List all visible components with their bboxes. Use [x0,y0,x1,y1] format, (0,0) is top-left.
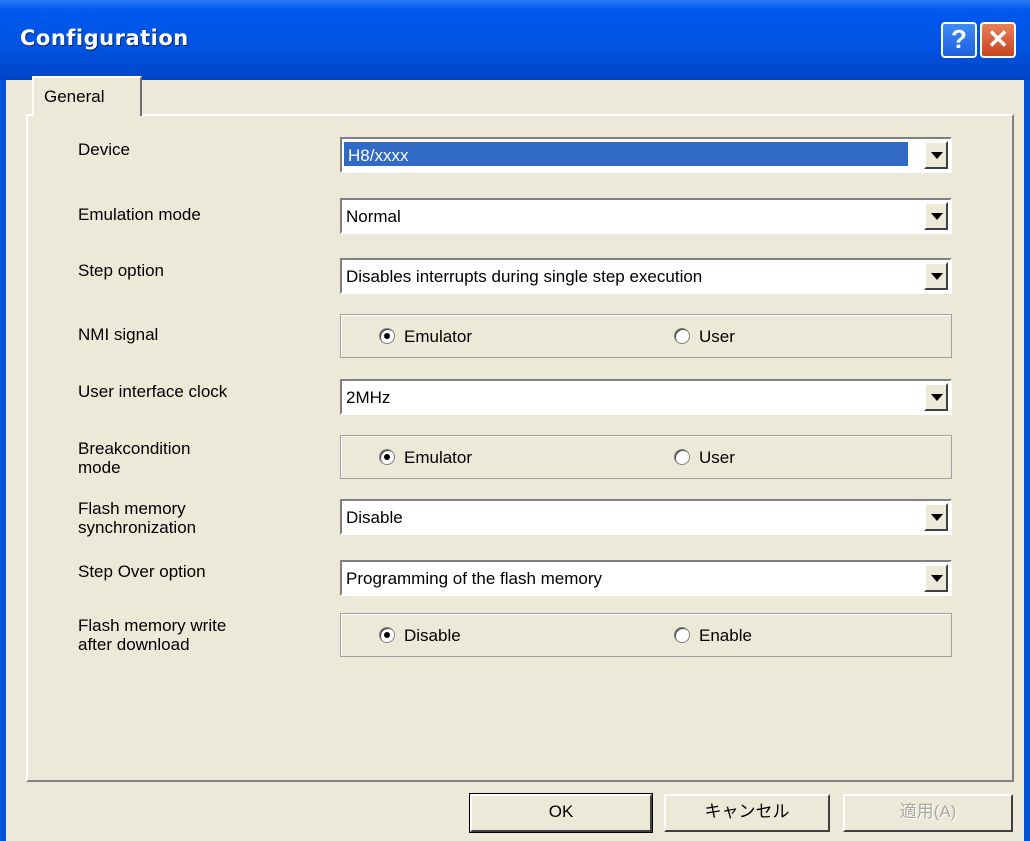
radio-unchecked-icon [674,328,690,344]
nmi-emulator-label: Emulator [404,327,473,346]
step-over-label: Step Over option [78,562,206,581]
title-bar[interactable]: Configuration ? ✕ [0,0,1030,80]
breakcondition-mode-label: Breakcondition mode [78,439,191,477]
cancel-button[interactable]: キャンセル [664,794,830,832]
step-over-value: Programming of the flash memory [346,569,603,588]
ui-clock-dropdown[interactable]: 2MHz [340,379,952,415]
configuration-dialog: Configuration ? ✕ General Device H8/xxxx… [0,0,1030,841]
radio-unchecked-icon [674,627,690,643]
radio-checked-icon [379,627,395,643]
step-option-value: Disables interrupts during single step e… [346,267,703,286]
ui-clock-arrow-icon[interactable] [924,383,948,411]
tab-general-label: General [44,87,105,106]
ui-clock-value: 2MHz [346,388,391,407]
step-over-arrow-icon[interactable] [924,564,948,592]
tab-general[interactable]: General [32,76,142,116]
flash-write-label: Flash memory write after download [78,616,227,654]
step-option-dropdown[interactable]: Disables interrupts during single step e… [340,258,952,294]
device-value: H8/xxxx [344,142,908,166]
ok-button[interactable]: OK [469,793,653,833]
apply-button[interactable]: 適用(A) [843,794,1013,832]
ui-clock-label: User interface clock [78,382,228,401]
device-dropdown[interactable]: H8/xxxx [340,137,952,173]
flash-write-disable-label: Disable [404,626,461,645]
device-dropdown-arrow-icon[interactable] [924,141,948,169]
nmi-user-label: User [699,327,735,346]
breakcondition-mode-group: Emulator User [340,435,952,479]
flash-write-enable-label: Enable [699,626,752,645]
device-label: Device [78,140,130,159]
step-option-label: Step option [78,261,165,280]
flash-sync-dropdown[interactable]: Disable [340,499,952,535]
close-button[interactable]: ✕ [980,22,1016,58]
window-title: Configuration [20,26,189,50]
step-over-dropdown[interactable]: Programming of the flash memory [340,560,952,596]
emulation-mode-label: Emulation mode [78,205,201,224]
help-button[interactable]: ? [941,22,977,58]
radio-unchecked-icon [674,449,690,465]
emulation-mode-dropdown[interactable]: Normal [340,198,952,234]
break-user-label: User [699,448,735,467]
nmi-signal-label: NMI signal [78,325,159,344]
emulation-mode-arrow-icon[interactable] [924,202,948,230]
break-emulator-label: Emulator [404,448,473,467]
flash-sync-value: Disable [346,508,403,527]
flash-sync-arrow-icon[interactable] [924,503,948,531]
step-option-arrow-icon[interactable] [924,262,948,290]
flash-sync-label: Flash memory synchronization [78,499,197,537]
emulation-mode-value: Normal [346,207,401,226]
nmi-signal-group: Emulator User [340,314,952,358]
radio-checked-icon [379,449,395,465]
flash-write-group: Disable Enable [340,613,952,657]
radio-checked-icon [379,328,395,344]
